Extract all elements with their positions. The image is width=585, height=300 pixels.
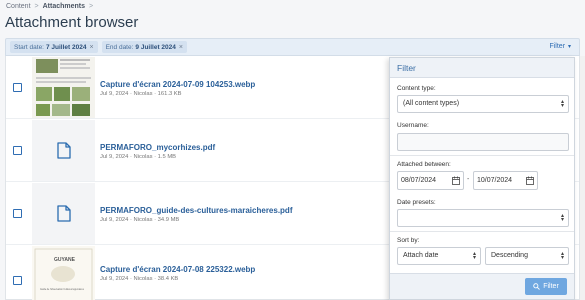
select-arrows-icon: ▴ ▾ [472, 251, 476, 261]
attachment-thumbnail[interactable] [32, 57, 95, 118]
content-type-select[interactable]: (All content types) ▴ ▾ [397, 95, 569, 113]
username-label: Username: [397, 122, 429, 129]
apply-filter-label: Filter [543, 283, 559, 290]
divider [390, 231, 574, 232]
breadcrumb: Content > Attachments > [6, 3, 93, 10]
date-from-input[interactable]: 08/07/2024 [397, 171, 464, 190]
attachment-meta: Jul 9, 2024 · Nicolas · 38.4 KB [100, 276, 179, 282]
select-checkbox[interactable] [13, 209, 22, 218]
breadcrumb-attachments[interactable]: Attachments [43, 3, 85, 10]
caret-down-icon: ▾ [567, 44, 571, 50]
date-to-value: 10/07/2024 [477, 177, 513, 184]
chip-value: 9 Juillet 2024 [135, 43, 176, 51]
content-type-value: (All content types) [403, 100, 460, 107]
filter-panel-footer: Filter [390, 273, 574, 299]
date-presets-select[interactable]: ▴ ▾ [397, 209, 569, 227]
username-input[interactable] [397, 133, 569, 151]
remove-chip-icon[interactable]: × [89, 44, 93, 51]
select-checkbox[interactable] [13, 146, 22, 155]
attachment-meta: Jul 9, 2024 · Nicolas · 1.5 MB [100, 154, 177, 160]
sort-order-select[interactable]: Descending ▴ ▾ [485, 247, 569, 265]
attachment-thumbnail[interactable]: GUYANE Guide de l'observation Cultures l… [32, 246, 95, 300]
guyane-thumb-text: GUYANE [54, 257, 76, 263]
attachment-name[interactable]: Capture d'écran 2024-07-09 104253.webp [100, 80, 255, 89]
attached-between-label: Attached between: [397, 161, 451, 168]
chip-label: Start date: [14, 43, 44, 51]
file-icon [56, 205, 71, 222]
chip-label: End date: [105, 43, 134, 51]
attachment-meta: Jul 9, 2024 · Nicolas · 161.3 KB [100, 91, 182, 97]
chip-value: 7 Juillet 2024 [46, 43, 87, 51]
breadcrumb-content[interactable]: Content [6, 3, 31, 10]
search-icon [533, 283, 541, 290]
date-to-input[interactable]: 10/07/2024 [473, 171, 538, 190]
breadcrumb-separator: > [89, 3, 94, 10]
attachment-name[interactable]: Capture d'écran 2024-07-08 225322.webp [100, 265, 255, 274]
select-arrows-icon: ▴ ▾ [560, 213, 564, 223]
page-title: Attachment browser [5, 14, 139, 31]
breadcrumb-separator: > [34, 3, 39, 10]
select-arrows-icon: ▴ ▾ [560, 99, 564, 109]
select-arrows-icon: ▴ ▾ [560, 251, 564, 261]
apply-filter-button[interactable]: Filter [525, 278, 567, 295]
calendar-icon[interactable] [452, 176, 460, 185]
attachment-thumbnail[interactable] [32, 120, 95, 181]
sort-field-select[interactable]: Attach date ▴ ▾ [397, 247, 481, 265]
screenshot-preview-image: GUYANE Guide de l'observation Cultures l… [32, 246, 95, 300]
sort-order-value: Descending [491, 252, 528, 259]
sort-by-label: Sort by: [397, 237, 420, 244]
remove-chip-icon[interactable]: × [179, 44, 183, 51]
attachment-thumbnail[interactable] [32, 183, 95, 244]
end-date-chip[interactable]: End date: 9 Juillet 2024 × [101, 41, 187, 53]
guide-thumb-text: Guide de l'observation Cultures légumièr… [40, 288, 85, 291]
calendar-icon[interactable] [526, 176, 534, 185]
scrollbar[interactable] [580, 56, 585, 300]
date-presets-label: Date presets: [397, 199, 436, 206]
start-date-chip[interactable]: Start date: 7 Juillet 2024 × [10, 41, 98, 53]
screenshot-preview-image [32, 57, 95, 118]
filter-toggle-label: Filter [549, 43, 566, 50]
filter-toggle-button[interactable]: Filter ▾ [549, 43, 571, 50]
attachment-name[interactable]: PERMAFORO_guide-des-cultures-maraicheres… [100, 206, 292, 215]
content-type-label: Content type: [397, 85, 436, 92]
attachment-name[interactable]: PERMAFORO_mycorhizes.pdf [100, 143, 215, 152]
select-checkbox[interactable] [13, 83, 22, 92]
attachment-meta: Jul 9, 2024 · Nicolas · 34.9 MB [100, 217, 180, 223]
date-range-dash: - [467, 176, 470, 183]
select-checkbox[interactable] [13, 276, 22, 285]
active-filters-bar: Start date: 7 Juillet 2024 × End date: 9… [5, 38, 580, 56]
filter-panel: Filter Content type: (All content types)… [389, 57, 575, 300]
file-icon [56, 142, 71, 159]
divider [390, 155, 574, 156]
sort-field-value: Attach date [403, 252, 439, 259]
date-from-value: 08/07/2024 [401, 177, 437, 184]
filter-panel-title: Filter [390, 58, 574, 78]
